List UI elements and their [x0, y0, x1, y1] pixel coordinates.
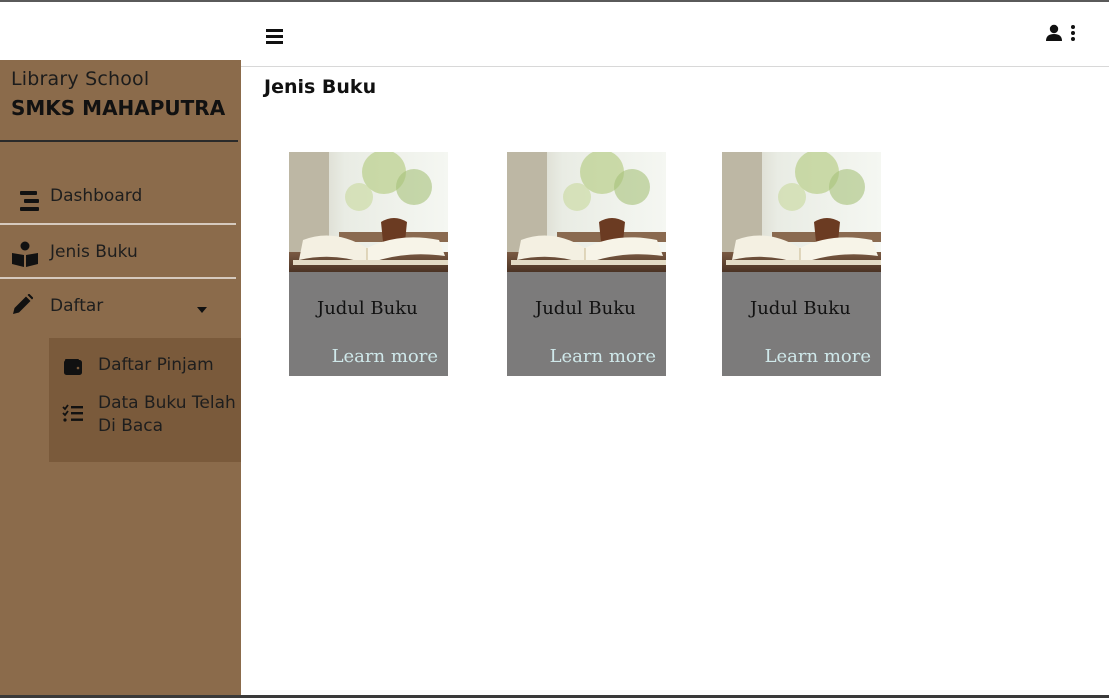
learn-more-link[interactable]: Learn more [765, 346, 871, 367]
nav-divider [0, 277, 236, 279]
brand-title: SMKS MAHAPUTRA [11, 96, 226, 120]
sidebar-item-dashboard[interactable]: Dashboard [0, 178, 241, 222]
submenu-item-label: Data Buku Telah Di Baca [98, 393, 236, 436]
sidebar-item-daftar[interactable]: Daftar [0, 286, 241, 330]
submenu-item-label: Daftar Pinjam [98, 355, 214, 375]
card-title: Judul Buku [317, 298, 418, 319]
sidebar-item-label: Dashboard [50, 186, 143, 206]
user-icon[interactable] [1045, 24, 1063, 42]
brand-subtitle: Library School [11, 68, 150, 90]
caret-down-icon[interactable] [196, 306, 208, 314]
book-card[interactable]: Judul Buku Learn more [507, 152, 666, 376]
list-check-icon [62, 404, 83, 422]
book-card[interactable]: Judul Buku Learn more [289, 152, 448, 376]
submenu-item-data-buku[interactable]: Data Buku Telah Di Baca [49, 392, 241, 442]
more-vertical-icon[interactable] [1069, 24, 1077, 42]
dashboard-icon [20, 191, 39, 211]
pencil-icon [13, 294, 33, 314]
brand-divider [0, 140, 238, 142]
nav-divider [0, 223, 236, 225]
book-image [289, 152, 448, 272]
sidebar: Library School SMKS MAHAPUTRA Dashboard … [0, 60, 241, 696]
sidebar-item-jenis-buku[interactable]: Jenis Buku [0, 232, 241, 276]
learn-more-link[interactable]: Learn more [332, 346, 438, 367]
submenu-item-daftar-pinjam[interactable]: Daftar Pinjam [49, 352, 241, 382]
page-title: Jenis Buku [264, 76, 377, 98]
hamburger-menu-icon[interactable] [266, 29, 284, 45]
book-image [507, 152, 666, 272]
wallet-icon [64, 359, 82, 375]
book-card[interactable]: Judul Buku Learn more [722, 152, 881, 376]
card-title: Judul Buku [750, 298, 851, 319]
book-image [722, 152, 881, 272]
submenu-daftar: Daftar Pinjam Data Buku Telah Di Baca [49, 338, 241, 462]
book-reader-icon [12, 241, 38, 267]
top-navbar [0, 2, 1109, 67]
learn-more-link[interactable]: Learn more [550, 346, 656, 367]
sidebar-item-label: Daftar [50, 296, 104, 316]
sidebar-item-label: Jenis Buku [50, 242, 138, 262]
card-title: Judul Buku [535, 298, 636, 319]
